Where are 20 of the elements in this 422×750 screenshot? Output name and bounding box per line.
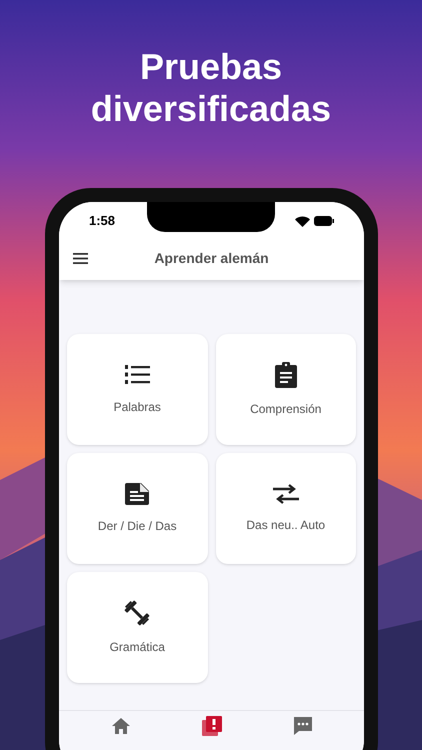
dumbbell-icon	[124, 600, 150, 626]
test-tile[interactable]: Gramática	[67, 572, 208, 683]
wifi-icon	[295, 216, 310, 226]
test-tile[interactable]: Der / Die / Das	[67, 453, 208, 564]
clipboard-icon	[274, 362, 297, 388]
status-time: 1:58	[89, 212, 116, 230]
numbered-list-icon	[124, 364, 150, 386]
battery-icon	[314, 216, 334, 226]
test-tile[interactable]: Palabras	[67, 334, 208, 445]
headline: Pruebas diversificadas	[90, 46, 332, 130]
menu-icon	[73, 252, 88, 264]
swap-arrows-icon	[272, 484, 299, 504]
home-icon	[110, 715, 132, 737]
document-icon	[125, 482, 150, 504]
test-tile[interactable]: Das neu.. Auto	[216, 453, 356, 564]
test-tile[interactable]: Comprensión	[216, 334, 356, 445]
chat-icon	[292, 715, 314, 737]
menu-button[interactable]	[73, 252, 89, 264]
question-cards-icon	[200, 715, 222, 737]
app-title: Aprender alemán	[153, 248, 270, 268]
